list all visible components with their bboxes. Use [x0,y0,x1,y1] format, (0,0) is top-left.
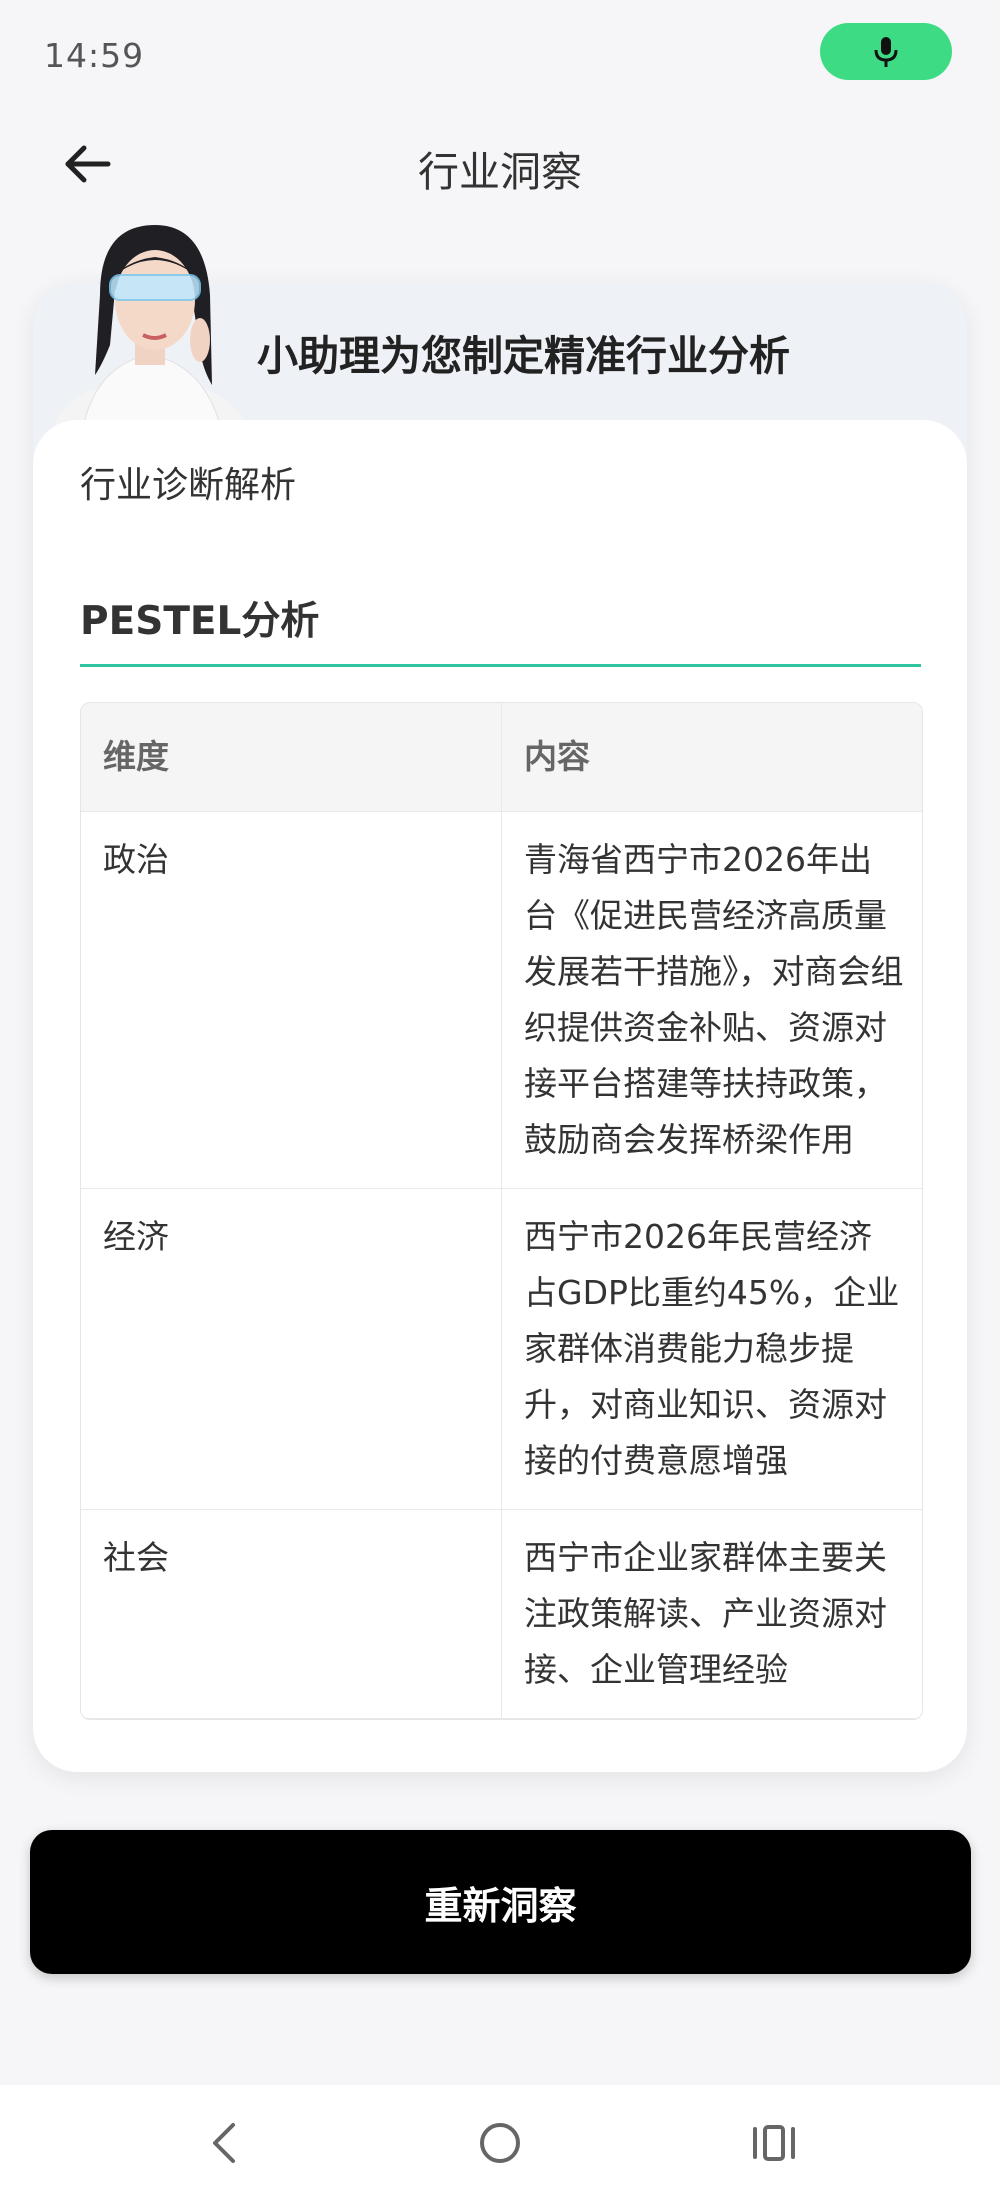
content-cell: 青海省西宁市2026年出台《促进民营经济高质量发展若干措施》，对商会组织提供资金… [524,840,904,1159]
section-title: 行业诊断解析 [80,465,297,506]
dimension-cell: 政治 [81,812,502,1188]
app-header: 行业洞察 [0,110,1000,220]
dimension-cell: 社会 [81,1510,502,1718]
nav-home-button[interactable] [470,2113,530,2173]
nav-back-button[interactable] [194,2113,254,2173]
banner-title: 小助理为您制定精准行业分析 [257,332,790,380]
table-row: 经济 西宁市2026年民营经济占GDP比重约45%，企业家群体消费能力稳步提升，… [81,1189,922,1510]
circle-home-icon [480,2123,520,2163]
pestel-table: 维度 内容 政治 青海省西宁市2026年出台《促进民营经济高质量发展若干措施》，… [80,702,923,1720]
system-nav-bar [0,2085,1000,2199]
mic-icon [874,36,898,67]
mic-indicator[interactable] [820,23,952,80]
assistant-avatar [55,225,245,445]
dimension-cell: 经济 [81,1189,502,1509]
reinsight-button[interactable]: 重新洞察 [30,1830,971,1974]
table-row: 社会 西宁市企业家群体主要关注政策解读、产业资源对接、企业管理经验 [81,1510,922,1719]
content-cell: 西宁市企业家群体主要关注政策解读、产业资源对接、企业管理经验 [524,1538,887,1689]
content-cell: 西宁市2026年民营经济占GDP比重约45%，企业家群体消费能力稳步提升，对商业… [524,1217,900,1480]
analysis-card: 行业诊断解析 PESTEL分析 维度 内容 政治 青海省西宁市2026年出台《促… [33,420,967,1772]
table-row: 政治 青海省西宁市2026年出台《促进民营经济高质量发展若干措施》，对商会组织提… [81,812,922,1189]
column-header-content: 内容 [524,737,590,776]
status-bar: 14:59 [0,0,1000,110]
page-title: 行业洞察 [418,148,582,196]
pestel-underline [80,664,921,667]
table-header-row: 维度 内容 [81,703,922,812]
chevron-left-icon [213,2123,235,2163]
column-header-dimension: 维度 [81,703,502,811]
status-time: 14:59 [44,36,145,75]
pestel-title: PESTEL分析 [80,599,320,644]
recents-icon [753,2125,795,2161]
nav-recents-button[interactable] [744,2113,804,2173]
